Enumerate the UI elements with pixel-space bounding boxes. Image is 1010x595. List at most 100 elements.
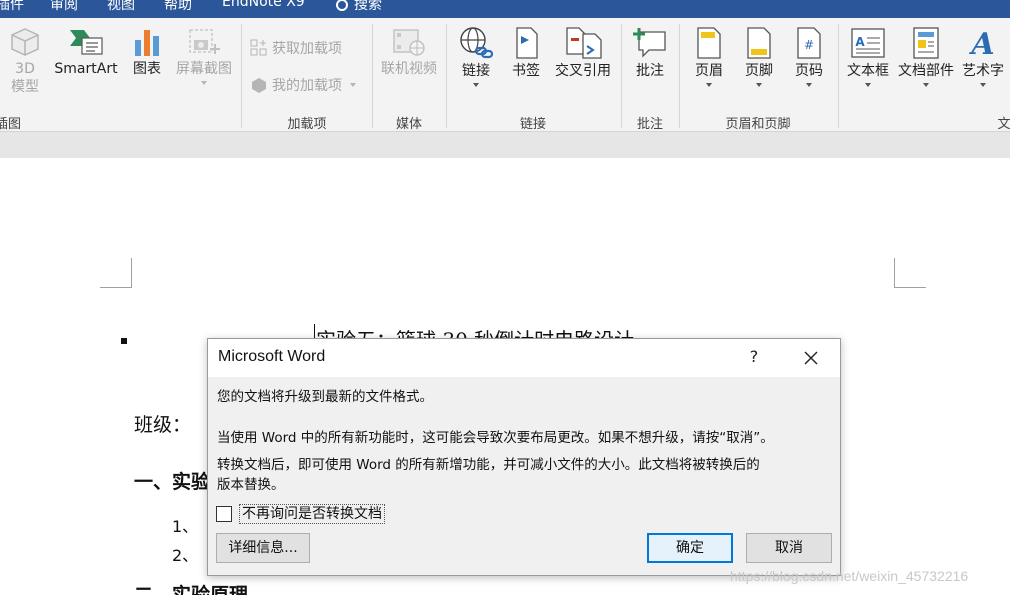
dont-ask-checkbox-row[interactable]: 不再询问是否转换文档 xyxy=(216,503,385,525)
chevron-down-icon xyxy=(756,83,762,87)
smartart-icon xyxy=(70,30,103,55)
page-number-button[interactable]: # 页码 xyxy=(788,26,830,87)
my-addins-button[interactable]: 我的加载项 xyxy=(250,75,356,95)
bar-chart-icon xyxy=(135,30,159,56)
group-comments-label: 批注 xyxy=(636,117,664,132)
screenshot-button[interactable]: 屏幕截图 xyxy=(172,26,236,85)
group-divider xyxy=(838,24,839,128)
section-heading-1: 一、实验 xyxy=(134,471,211,493)
group-divider xyxy=(679,24,680,128)
svg-text:#: # xyxy=(804,38,814,52)
3d-model-label-2: 模型 xyxy=(11,79,39,95)
video-icon xyxy=(393,29,425,56)
menu-view[interactable]: 视图 xyxy=(107,0,135,14)
group-header-footer-label: 页眉和页脚 xyxy=(725,117,791,132)
screenshot-icon xyxy=(189,29,220,54)
chevron-down-icon xyxy=(923,83,929,87)
chevron-down-icon xyxy=(350,83,356,87)
chart-label: 图表 xyxy=(133,61,161,77)
search-box[interactable]: 搜索 xyxy=(336,0,382,14)
footer-icon xyxy=(747,27,771,59)
smartart-button[interactable]: SmartArt xyxy=(52,26,120,78)
online-video-button[interactable]: 联机视频 xyxy=(378,26,440,78)
grid-plus-icon xyxy=(250,39,267,56)
bookmark-button[interactable]: 书签 xyxy=(506,26,546,80)
watermark: https://blog.csdn.net/weixin_45732216 xyxy=(730,568,969,584)
my-addins-label: 我的加载项 xyxy=(272,78,342,94)
dialog-message-2: 当使用 Word 中的所有新功能时，这可能会导致次要布局更改。如果不想升级，请按… xyxy=(217,430,774,446)
class-label: 班级： xyxy=(134,414,192,436)
quick-parts-label: 文档部件 xyxy=(898,63,954,79)
group-addins-label: 加载项 xyxy=(287,117,327,132)
search-label: 搜索 xyxy=(354,0,382,13)
list-item: 2、 xyxy=(172,546,199,565)
group-divider xyxy=(446,24,447,128)
get-addins-button[interactable]: 获取加载项 xyxy=(250,38,342,58)
dialog-message-3-line-2: 版本替换。 xyxy=(217,477,285,493)
chart-button[interactable]: 图表 xyxy=(126,26,168,78)
ok-button[interactable]: 确定 xyxy=(647,533,733,563)
wordart-icon: A xyxy=(968,27,994,60)
footer-label: 页脚 xyxy=(745,63,773,79)
footer-button[interactable]: 页脚 xyxy=(738,26,780,87)
group-divider xyxy=(241,24,242,128)
screenshot-label: 屏幕截图 xyxy=(176,61,232,77)
dont-ask-checkbox-label[interactable]: 不再询问是否转换文档 xyxy=(239,504,385,524)
bookmark-icon xyxy=(516,27,538,59)
cross-reference-label: 交叉引用 xyxy=(555,63,611,79)
chevron-down-icon xyxy=(980,83,986,87)
details-button[interactable]: 详细信息... xyxy=(216,533,310,563)
group-media-label: 媒体 xyxy=(395,117,423,132)
3d-model-label-1: 3D xyxy=(15,61,35,77)
help-button[interactable]: ? xyxy=(741,347,767,369)
group-divider xyxy=(621,24,622,128)
paragraph-bullet xyxy=(121,338,127,344)
ribbon: 3D 模型 SmartArt 图表 屏幕截图 插图 获取加载项 我的加载项 加载… xyxy=(0,18,1010,132)
close-icon[interactable] xyxy=(798,345,824,371)
wordart-button[interactable]: A 艺术字 xyxy=(958,26,1008,87)
new-comment-label: 批注 xyxy=(636,63,664,79)
cross-reference-icon xyxy=(566,27,602,59)
crop-mark-left xyxy=(100,258,132,288)
menu-help[interactable]: 帮助 xyxy=(164,0,192,14)
cube-icon xyxy=(11,28,39,56)
menu-review[interactable]: 审阅 xyxy=(50,0,78,14)
search-icon xyxy=(336,0,348,11)
cross-reference-button[interactable]: 交叉引用 xyxy=(550,26,616,80)
group-text-label: 文 xyxy=(997,117,1010,132)
chevron-down-icon xyxy=(706,83,712,87)
addin-cube-icon xyxy=(252,78,266,93)
link-button[interactable]: 链接 xyxy=(454,26,498,87)
new-comment-button[interactable]: 批注 xyxy=(628,26,672,80)
group-links-label: 链接 xyxy=(519,117,547,132)
wordart-label: 艺术字 xyxy=(962,63,1004,79)
group-divider xyxy=(372,24,373,128)
dialog-titlebar[interactable]: Microsoft Word ? xyxy=(208,339,840,377)
smartart-label: SmartArt xyxy=(54,61,118,77)
get-addins-label: 获取加载项 xyxy=(272,41,342,57)
chevron-down-icon xyxy=(865,83,871,87)
header-button[interactable]: 页眉 xyxy=(688,26,730,87)
textbox-label: 文本框 xyxy=(847,63,889,79)
bookmark-label: 书签 xyxy=(512,63,540,79)
online-video-label: 联机视频 xyxy=(381,61,437,77)
cancel-button[interactable]: 取消 xyxy=(746,533,832,563)
quick-parts-button[interactable]: 文档部件 xyxy=(894,26,958,87)
dialog-message-3-line-1: 转换文档后，即可使用 Word 的所有新增功能，并可减小文件的大小。此文档将被转… xyxy=(217,457,760,473)
svg-text:A: A xyxy=(968,27,994,60)
header-label: 页眉 xyxy=(695,63,723,79)
dont-ask-checkbox[interactable] xyxy=(216,506,232,522)
list-item: 1、 xyxy=(172,517,199,536)
menu-plugins[interactable]: 插件 xyxy=(0,0,24,14)
crop-mark-right xyxy=(894,258,926,288)
section-heading-2: 二、实验原理 xyxy=(134,584,249,595)
chevron-down-icon xyxy=(201,81,207,85)
header-icon xyxy=(697,27,721,59)
menu-endnote[interactable]: EndNote X9 xyxy=(222,0,305,10)
menu-bar: 插件 审阅 视图 帮助 EndNote X9 搜索 xyxy=(0,0,1010,18)
page-number-label: 页码 xyxy=(795,63,823,79)
textbox-button[interactable]: A 文本框 xyxy=(844,26,892,87)
globe-link-icon xyxy=(460,27,494,59)
svg-text:A: A xyxy=(855,35,865,49)
3d-model-button[interactable]: 3D 模型 xyxy=(2,26,48,96)
